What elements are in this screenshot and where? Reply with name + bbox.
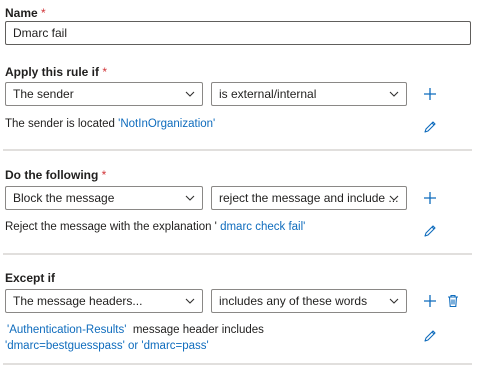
required-mark: *: [101, 168, 107, 182]
edit-exception-button[interactable]: [421, 327, 439, 345]
exception-description-line2: 'dmarc=bestguesspass' or 'dmarc=pass': [5, 340, 209, 352]
chevron-down-icon: [185, 298, 195, 304]
add-icon: [424, 295, 436, 307]
chevron-down-icon: [389, 91, 399, 97]
name-input[interactable]: Dmarc fail: [5, 21, 471, 45]
add-action-button[interactable]: [421, 189, 439, 207]
chevron-down-icon: [185, 195, 195, 201]
exception-header-link[interactable]: 'Authentication-Results': [7, 324, 126, 336]
action-type-dropdown[interactable]: Block the message: [5, 186, 203, 210]
condition-property-dropdown[interactable]: The sender: [5, 82, 203, 106]
exception-description-line1: 'Authentication-Results' message header …: [7, 324, 264, 336]
required-mark: *: [102, 65, 108, 79]
delete-icon: [448, 294, 458, 308]
divider: [3, 149, 472, 151]
action-description: Reject the message with the explanation …: [5, 221, 306, 233]
delete-exception-button[interactable]: [444, 292, 462, 310]
chevron-down-icon: [389, 298, 399, 304]
name-label: Name *: [5, 6, 46, 20]
edit-icon: [424, 225, 436, 237]
exception-operator-dropdown[interactable]: includes any of these words: [211, 289, 407, 313]
chevron-down-icon: [389, 195, 399, 201]
action-value-link[interactable]: dmarc check fail': [220, 221, 305, 233]
action-label: Do the following *: [5, 168, 107, 182]
add-icon: [424, 88, 436, 100]
condition-operator-dropdown[interactable]: is external/internal: [211, 82, 407, 106]
condition-value-link[interactable]: 'NotInOrganization': [118, 118, 215, 130]
exception-property-dropdown[interactable]: The message headers...: [5, 289, 203, 313]
add-icon: [424, 192, 436, 204]
divider: [3, 253, 472, 255]
exception-label: Except if: [5, 271, 56, 285]
edit-action-button[interactable]: [421, 222, 439, 240]
add-exception-button[interactable]: [421, 292, 439, 310]
add-condition-button[interactable]: [421, 85, 439, 103]
action-detail-dropdown[interactable]: reject the message and include ...: [211, 186, 407, 210]
chevron-down-icon: [185, 91, 195, 97]
condition-description: The sender is located 'NotInOrganization…: [5, 118, 216, 130]
edit-condition-button[interactable]: [421, 118, 439, 136]
divider: [3, 363, 472, 365]
edit-icon: [424, 121, 436, 133]
edit-icon: [424, 330, 436, 342]
exception-words-link[interactable]: 'dmarc=bestguesspass' or 'dmarc=pass': [5, 340, 209, 352]
required-mark: *: [41, 6, 46, 20]
condition-label: Apply this rule if *: [5, 65, 108, 79]
